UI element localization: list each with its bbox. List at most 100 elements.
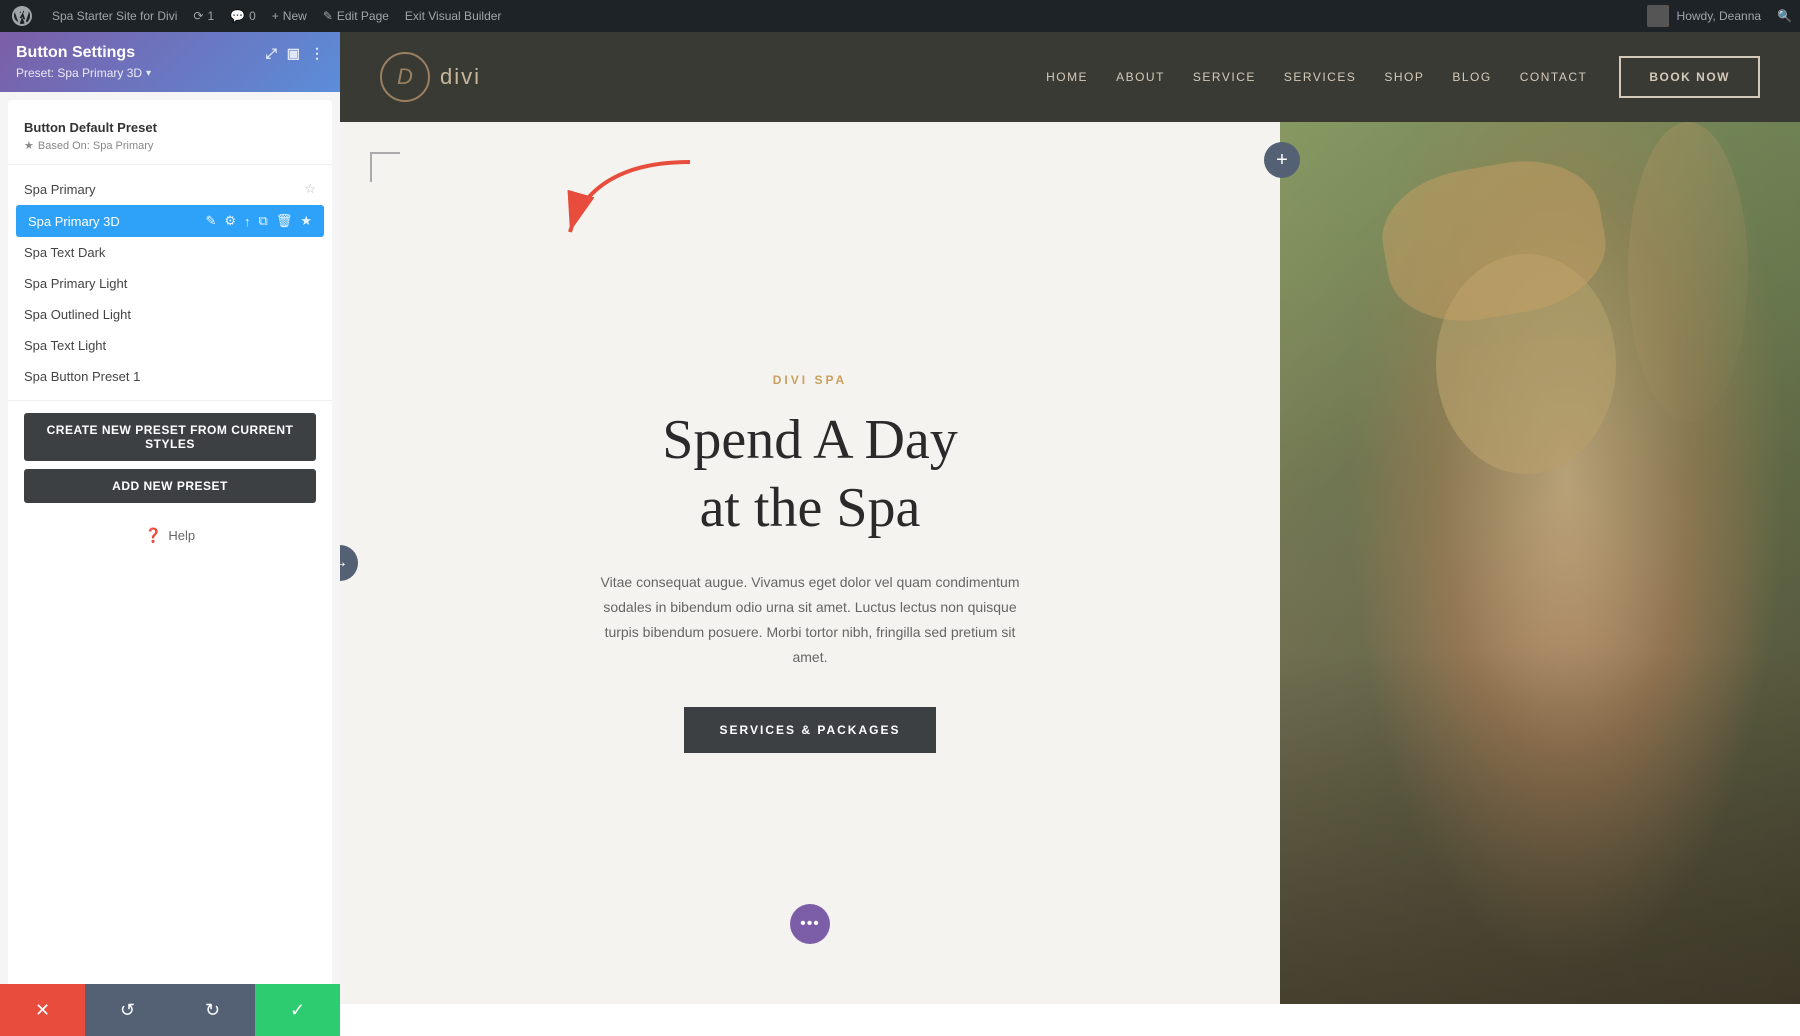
admin-bar-updates[interactable]: ⟳ 1 — [193, 9, 214, 23]
wp-logo-icon[interactable] — [8, 2, 36, 30]
plus-icon: + — [272, 9, 279, 23]
default-preset-label: Button Default Preset — [24, 120, 316, 135]
admin-bar-right: Howdy, Deanna 🔍 — [1647, 5, 1792, 27]
save-icon: ✓ — [290, 1000, 305, 1021]
preset-item-spa-primary-light[interactable]: Spa Primary Light — [8, 268, 332, 299]
admin-bar: Spa Starter Site for Divi ⟳ 1 💬 0 + New … — [0, 0, 1800, 32]
upload-preset-icon[interactable]: ↑ — [244, 214, 251, 229]
book-now-button[interactable]: BOOK NOW — [1619, 56, 1760, 98]
preset-item-name: Spa Outlined Light — [24, 307, 131, 322]
default-preset-section: Button Default Preset ★ Based On: Spa Pr… — [8, 112, 332, 165]
left-panel: Button Settings ⤢ ▣ ⋮ Preset: Spa Primar… — [0, 32, 340, 1036]
settings-title-text: Button Settings — [16, 44, 135, 62]
redo-icon: ↻ — [205, 1000, 220, 1021]
help-link[interactable]: Help — [168, 528, 195, 543]
create-preset-button[interactable]: CREATE NEW PRESET FROM CURRENT STYLES — [24, 413, 316, 461]
preset-chevron-icon: ▾ — [146, 68, 151, 79]
hero-corner-decoration — [370, 152, 400, 182]
hero-left: + DIVI SPA Spend A Dayat the Spa Vitae c… — [340, 122, 1280, 1004]
nav-service[interactable]: SERVICE — [1193, 70, 1256, 84]
help-circle-icon: ❓ — [145, 527, 162, 544]
more-dots-icon: ••• — [800, 915, 820, 933]
settings-header: Button Settings ⤢ ▣ ⋮ Preset: Spa Primar… — [0, 32, 340, 92]
more-icon[interactable]: ⋮ — [310, 45, 324, 62]
hero-image — [1280, 122, 1800, 1004]
nav-blog[interactable]: BLOG — [1452, 70, 1491, 84]
website-area: D divi HOME ABOUT SERVICE SERVICES SHOP … — [340, 32, 1800, 1036]
preset-item-name: Spa Text Light — [24, 338, 106, 353]
close-icon: ✕ — [35, 1000, 50, 1021]
nav-shop[interactable]: SHOP — [1384, 70, 1424, 84]
hero-subtitle: DIVI SPA — [773, 373, 847, 387]
nav-links: HOME ABOUT SERVICE SERVICES SHOP BLOG CO… — [1046, 70, 1587, 84]
resize-icon[interactable]: ↔ — [340, 545, 358, 581]
preset-list: Spa Primary ☆ Spa Primary 3D ✎ ⚙ ↑ ⧉ 🗑 ★ — [8, 165, 332, 400]
settings-preset-icon[interactable]: ⚙ — [224, 213, 236, 229]
add-section-button[interactable]: + — [1264, 142, 1300, 178]
services-button[interactable]: SERVICES & PACKAGES — [684, 707, 937, 753]
main-layout: Button Settings ⤢ ▣ ⋮ Preset: Spa Primar… — [0, 32, 1800, 1036]
nav-services[interactable]: SERVICES — [1284, 70, 1356, 84]
hero-section: + DIVI SPA Spend A Dayat the Spa Vitae c… — [340, 122, 1800, 1004]
logo-d-letter: D — [397, 64, 413, 90]
edit-icon: ✎ — [323, 9, 333, 23]
nav-contact[interactable]: CONTACT — [1520, 70, 1588, 84]
preset-item-name-active: Spa Primary 3D — [28, 214, 120, 229]
edit-preset-icon[interactable]: ✎ — [205, 213, 216, 229]
hero-photo — [1280, 122, 1800, 1004]
comments-icon: 💬 — [230, 9, 245, 23]
settings-title-row: Button Settings ⤢ ▣ ⋮ — [16, 44, 324, 62]
site-name: Spa Starter Site for Divi — [52, 9, 177, 23]
bottom-bar: ✕ ↺ ↻ ✓ — [0, 984, 340, 1036]
logo-text: divi — [440, 64, 481, 90]
star-icon: ★ — [24, 139, 34, 152]
panel-content: Button Default Preset ★ Based On: Spa Pr… — [8, 100, 332, 1028]
preset-item-spa-outlined-light[interactable]: Spa Outlined Light — [8, 299, 332, 330]
site-logo: D divi — [380, 52, 481, 102]
delete-preset-icon[interactable]: 🗑 — [276, 213, 293, 229]
settings-title-icons: ⤢ ▣ ⋮ — [266, 45, 324, 62]
admin-bar-new[interactable]: + New — [272, 9, 307, 23]
preset-item-actions: ✎ ⚙ ↑ ⧉ 🗑 ★ — [205, 213, 312, 229]
save-button[interactable]: ✓ — [255, 984, 340, 1036]
help-section: ❓ Help — [8, 515, 332, 556]
nav-home[interactable]: HOME — [1046, 70, 1088, 84]
site-nav: D divi HOME ABOUT SERVICE SERVICES SHOP … — [340, 32, 1800, 122]
admin-search[interactable]: 🔍 — [1777, 9, 1792, 23]
preset-item-spa-text-light[interactable]: Spa Text Light — [8, 330, 332, 361]
preset-star-icon[interactable]: ☆ — [304, 181, 316, 197]
admin-bar-edit[interactable]: ✎ Edit Page — [323, 9, 389, 23]
hero-description: Vitae consequat augue. Vivamus eget dolo… — [600, 570, 1020, 671]
undo-button[interactable]: ↺ — [85, 984, 170, 1036]
redo-button[interactable]: ↻ — [170, 984, 255, 1036]
search-icon: 🔍 — [1777, 9, 1792, 23]
undo-icon: ↺ — [120, 1000, 135, 1021]
admin-avatar[interactable]: Howdy, Deanna — [1647, 5, 1762, 27]
nav-about[interactable]: ABOUT — [1116, 70, 1165, 84]
panel-icon[interactable]: ▣ — [287, 45, 300, 62]
preset-item-name: Spa Button Preset 1 — [24, 369, 140, 384]
preset-item-spa-primary[interactable]: Spa Primary ☆ — [8, 173, 332, 205]
preset-item-name: Spa Primary Light — [24, 276, 127, 291]
fullscreen-icon[interactable]: ⤢ — [266, 45, 277, 62]
resize-handle[interactable]: ↔ — [340, 545, 358, 581]
preset-item-spa-button-preset-1[interactable]: Spa Button Preset 1 — [8, 361, 332, 392]
hero-title: Spend A Dayat the Spa — [662, 407, 958, 541]
preset-item-spa-text-dark[interactable]: Spa Text Dark — [8, 237, 332, 268]
preset-label[interactable]: Preset: Spa Primary 3D ▾ — [16, 66, 324, 80]
expand-options: ••• — [790, 904, 830, 944]
preset-item-spa-primary-3d[interactable]: Spa Primary 3D ✎ ⚙ ↑ ⧉ 🗑 ★ — [16, 205, 324, 237]
preset-item-name: Spa Text Dark — [24, 245, 105, 260]
star-active-icon[interactable]: ★ — [300, 213, 312, 229]
close-button[interactable]: ✕ — [0, 984, 85, 1036]
add-preset-button[interactable]: ADD NEW PRESET — [24, 469, 316, 503]
preset-buttons-section: CREATE NEW PRESET FROM CURRENT STYLES AD… — [8, 400, 332, 515]
logo-circle: D — [380, 52, 430, 102]
admin-bar-comments[interactable]: 💬 0 — [230, 9, 256, 23]
duplicate-preset-icon[interactable]: ⧉ — [259, 213, 268, 229]
updates-icon: ⟳ — [193, 9, 203, 23]
admin-bar-exit-builder[interactable]: Exit Visual Builder — [405, 9, 502, 23]
admin-bar-site[interactable]: Spa Starter Site for Divi — [52, 9, 177, 23]
preset-item-name: Spa Primary — [24, 182, 96, 197]
more-options-button[interactable]: ••• — [790, 904, 830, 944]
